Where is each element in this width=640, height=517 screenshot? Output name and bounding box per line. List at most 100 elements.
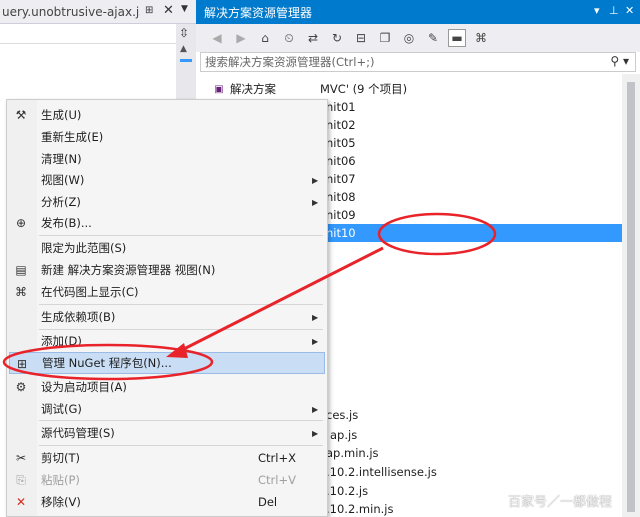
menu-item-new-explorer-view[interactable]: ▤ 新建 解决方案资源管理器 视图(N) [9,259,325,281]
menu-item-label: 分析(Z) [41,195,81,209]
auto-hide-icon[interactable]: ⊥ [609,4,619,17]
home-icon[interactable]: ⌂ [256,29,274,47]
menu-item-label: 粘贴(P) [41,473,80,487]
scroll-position-marker [180,59,192,62]
menu-item-label: 视图(W) [41,173,85,187]
tree-row-label: .10.2.min.js [326,502,394,516]
menu-item-paste[interactable]: ⎘ 粘贴(P) Ctrl+V [9,469,325,491]
explorer-vertical-scrollbar[interactable] [622,74,640,517]
forward-icon[interactable]: ▶ [232,29,250,47]
submenu-arrow-icon: ▶ [312,197,319,207]
tree-row-label: .10.2.js [326,484,369,498]
tree-row-label: 解决方案 [230,82,276,96]
nuget-icon: ⊞ [16,357,28,371]
submenu-arrow-icon: ▶ [312,312,319,322]
tree-row-label: ap.min.js [326,446,379,460]
menu-item-label: 清理(N) [41,152,82,166]
menu-item-label: 重新生成(E) [41,130,104,144]
menu-item-cut[interactable]: ✂ 剪切(T) Ctrl+X [9,447,325,469]
gear-icon: ⚙ [15,380,27,394]
submenu-arrow-icon: ▶ [312,336,319,346]
menu-item-clean[interactable]: 清理(N) [9,148,325,170]
menu-item-label: 在代码图上显示(C) [41,285,139,299]
solution-explorer-title-bar: 解决方案资源管理器 ▾ ⊥ ✕ [196,0,640,24]
preview-icon[interactable]: ▬ [448,29,466,47]
menu-item-label: 添加(D) [41,334,82,348]
menu-item-label: 剪切(T) [41,451,80,465]
menu-item-label: 生成依赖项(B) [41,310,116,324]
menu-item-show-on-code-map[interactable]: ⌘ 在代码图上显示(C) [9,281,325,303]
class-diagram-icon[interactable]: ⌘ [472,29,490,47]
publish-icon: ⊕ [15,216,27,230]
menu-item-debug[interactable]: 调试(G) ▶ [9,398,325,420]
code-map-icon: ⌘ [15,285,27,299]
menu-separator [39,445,323,446]
menu-item-analyze[interactable]: 分析(Z) ▶ [9,191,325,213]
window-position-icon[interactable]: ▾ [594,4,600,17]
menu-item-label: 设为启动项目(A) [41,380,127,394]
submenu-arrow-icon: ▶ [312,428,319,438]
menu-item-add[interactable]: 添加(D) ▶ [9,330,325,352]
menu-item-view[interactable]: 视图(W) ▶ [9,169,325,191]
submenu-arrow-icon: ▶ [312,175,319,185]
submenu-arrow-icon: ▶ [312,404,319,414]
tree-row-solution[interactable]: ▣ 解决方案 MVC' (9 个项目) [196,80,622,98]
show-all-files-icon[interactable]: ❐ [376,29,394,47]
search-icon[interactable]: ⚲ ▾ [610,54,629,68]
menu-item-manage-nuget-packages[interactable]: ⊞ 管理 NuGet 程序包(N)... [9,352,325,374]
pin-tab-icon[interactable]: ⊞ [145,5,153,16]
remove-icon: ✕ [15,495,27,509]
menu-item-rebuild[interactable]: 重新生成(E) [9,126,325,148]
search-placeholder: 搜索解决方案资源管理器(Ctrl+;) [205,55,375,69]
tree-row-label: .10.2.intellisense.js [326,465,437,479]
menu-item-label: 调试(G) [41,402,82,416]
split-icon[interactable]: ⇳ [179,26,189,40]
menu-item-shortcut: Ctrl+V [258,473,296,487]
tree-row-label: ces.js [326,408,359,422]
new-view-icon: ▤ [15,263,27,277]
menu-item-label: 限定为此范围(S) [41,241,127,255]
menu-item-scope-to-this[interactable]: 限定为此范围(S) [9,237,325,259]
tree-row-label: nit07 [326,172,356,186]
collapse-all-icon[interactable]: ⊟ [352,29,370,47]
menu-item-publish[interactable]: ⊕ 发布(B)... [9,212,325,234]
menu-item-remove[interactable]: ✕ 移除(V) Del [9,491,325,513]
tab-dropdown-icon[interactable]: ▼ [181,4,188,14]
tree-row-label: MVC' (9 个项目) [320,82,408,96]
scrollbar-thumb[interactable] [627,82,635,512]
pending-changes-icon[interactable]: ⏲ [280,29,298,47]
tree-row-label: nit06 [326,154,356,168]
menu-separator [39,235,323,236]
build-icon: ⚒ [15,108,27,122]
menu-item-label: 移除(V) [41,495,81,509]
paste-icon: ⎘ [16,472,26,487]
tree-row-label: ap.js [330,428,358,442]
menu-item-set-as-startup[interactable]: ⚙ 设为启动项目(A) [9,376,325,398]
tree-row-label: nit01 [326,100,356,114]
menu-item-label: 源代码管理(S) [41,426,115,440]
menu-item-build[interactable]: ⚒ 生成(U) [9,104,325,126]
view-code-icon[interactable]: ◎ [400,29,418,47]
sync-icon[interactable]: ⇄ [304,29,322,47]
project-context-menu: ⚒ 生成(U) 重新生成(E) 清理(N) 视图(W) ▶ 分析(Z) ▶ ⊕ … [6,99,328,517]
document-tab[interactable]: uery.unobtrusive-ajax.js ⊞ ✕ ▼ [0,0,196,24]
tree-row-label: nit08 [326,190,356,204]
solution-explorer-search-input[interactable]: 搜索解决方案资源管理器(Ctrl+;) ⚲ ▾ [200,52,636,72]
menu-item-label: 发布(B)... [41,216,92,230]
editor-navigation-bar [0,24,176,44]
close-panel-icon[interactable]: ✕ [625,4,634,17]
back-icon[interactable]: ◀ [208,29,226,47]
menu-item-label: 生成(U) [41,108,82,122]
menu-item-build-dependencies[interactable]: 生成依赖项(B) ▶ [9,306,325,328]
menu-item-label: 管理 NuGet 程序包(N)... [42,356,172,370]
tree-row-label: nit02 [326,118,356,132]
refresh-icon[interactable]: ↻ [328,29,346,47]
solution-icon: ▣ [214,83,224,95]
solution-explorer-toolbar: ◀ ▶ ⌂ ⏲ ⇄ ↻ ⊟ ❐ ◎ ✎ ▬ ⌘ [196,24,640,52]
close-tab-icon[interactable]: ✕ [163,3,174,18]
tree-row-label: nit10 [326,226,356,240]
menu-item-label: 新建 解决方案资源管理器 视图(N) [41,263,216,277]
scroll-up-icon[interactable]: ▲ [180,44,187,54]
menu-item-source-control[interactable]: 源代码管理(S) ▶ [9,422,325,444]
properties-icon[interactable]: ✎ [424,29,442,47]
